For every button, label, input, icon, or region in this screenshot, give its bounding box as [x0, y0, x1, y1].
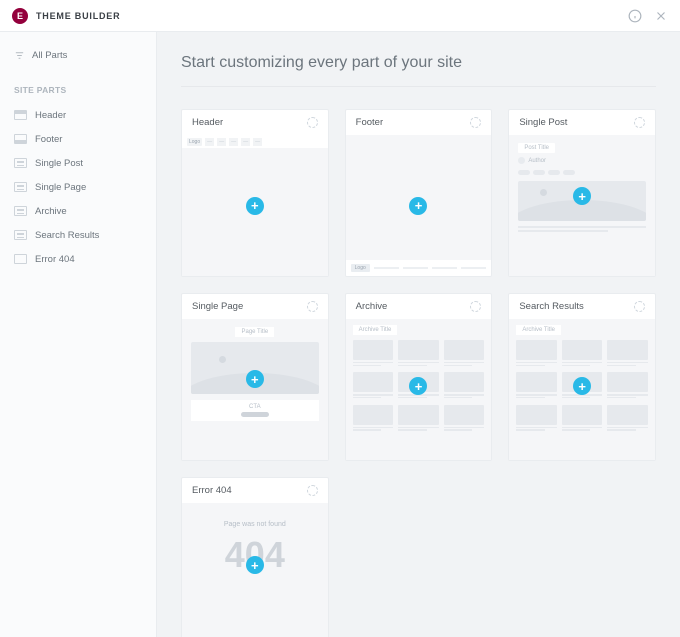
- topbar: E THEME BUILDER: [0, 0, 680, 32]
- all-parts-label: All Parts: [32, 50, 67, 61]
- add-button[interactable]: +: [409, 197, 427, 215]
- preview-archive-title: Archive Title: [516, 325, 561, 335]
- add-button[interactable]: +: [246, 556, 264, 574]
- gear-icon[interactable]: [634, 301, 645, 312]
- sidebar-all-parts[interactable]: All Parts: [10, 44, 146, 75]
- single-page-icon: [14, 182, 27, 192]
- card-title: Error 404: [192, 485, 232, 496]
- sidebar-item-error-404[interactable]: Error 404: [10, 247, 146, 271]
- preview-archive-title: Archive Title: [353, 325, 398, 335]
- single-post-icon: [14, 158, 27, 168]
- sidebar-item-archive[interactable]: Archive: [10, 199, 146, 223]
- info-icon[interactable]: [628, 9, 642, 23]
- preview-cta: CTA: [249, 404, 261, 410]
- sidebar-item-single-page[interactable]: Single Page: [10, 175, 146, 199]
- preview-logo: Logo: [351, 264, 370, 272]
- preview-author: Author: [528, 158, 546, 164]
- card-title: Search Results: [519, 301, 583, 312]
- add-button[interactable]: +: [573, 187, 591, 205]
- gear-icon[interactable]: [307, 301, 318, 312]
- card-header[interactable]: Header Logo————— +: [181, 109, 329, 277]
- add-button[interactable]: +: [573, 377, 591, 395]
- card-footer[interactable]: Footer + Logo: [345, 109, 493, 277]
- preview-post-title: Post Title: [518, 143, 555, 153]
- add-button[interactable]: +: [246, 197, 264, 215]
- page-title: Start customizing every part of your sit…: [181, 54, 656, 87]
- card-title: Header: [192, 117, 223, 128]
- gear-icon[interactable]: [470, 301, 481, 312]
- main-content: Start customizing every part of your sit…: [157, 32, 680, 637]
- cards-grid: Header Logo————— + Footer + Logo Single …: [181, 109, 656, 637]
- gear-icon[interactable]: [470, 117, 481, 128]
- sidebar-item-header[interactable]: Header: [10, 103, 146, 127]
- sidebar-item-label: Footer: [35, 134, 62, 145]
- preview-404-message: Page was not found: [182, 521, 328, 528]
- add-button[interactable]: +: [246, 370, 264, 388]
- card-search-results[interactable]: Search Results Archive Title +: [508, 293, 656, 461]
- gear-icon[interactable]: [634, 117, 645, 128]
- sidebar-item-label: Single Post: [35, 158, 83, 169]
- card-title: Footer: [356, 117, 383, 128]
- sidebar-item-label: Archive: [35, 206, 67, 217]
- card-title: Single Page: [192, 301, 243, 312]
- header-icon: [14, 110, 27, 120]
- card-title: Archive: [356, 301, 388, 312]
- sidebar-item-single-post[interactable]: Single Post: [10, 151, 146, 175]
- sidebar-item-label: Single Page: [35, 182, 86, 193]
- preview-logo: Logo: [187, 138, 202, 146]
- elementor-logo: E: [12, 8, 28, 24]
- sidebar: All Parts SITE PARTS Header Footer Singl…: [0, 32, 157, 637]
- sidebar-item-footer[interactable]: Footer: [10, 127, 146, 151]
- gear-icon[interactable]: [307, 117, 318, 128]
- card-archive[interactable]: Archive Archive Title +: [345, 293, 493, 461]
- sidebar-item-label: Search Results: [35, 230, 99, 241]
- search-results-icon: [14, 230, 27, 240]
- archive-icon: [14, 206, 27, 216]
- card-title: Single Post: [519, 117, 567, 128]
- sidebar-item-search-results[interactable]: Search Results: [10, 223, 146, 247]
- footer-icon: [14, 134, 27, 144]
- gear-icon[interactable]: [307, 485, 318, 496]
- add-button[interactable]: +: [409, 377, 427, 395]
- app-title: THEME BUILDER: [36, 11, 120, 21]
- sidebar-item-label: Header: [35, 110, 66, 121]
- close-icon[interactable]: [654, 9, 668, 23]
- sidebar-section-label: SITE PARTS: [10, 75, 146, 103]
- error-404-icon: [14, 254, 27, 264]
- sidebar-item-label: Error 404: [35, 254, 75, 265]
- card-single-page[interactable]: Single Page Page Title + CTA: [181, 293, 329, 461]
- card-single-post[interactable]: Single Post Post Title Author +: [508, 109, 656, 277]
- filter-icon: [14, 50, 25, 61]
- preview-page-title: Page Title: [235, 327, 274, 337]
- card-error-404[interactable]: Error 404 Page was not found 404+: [181, 477, 329, 637]
